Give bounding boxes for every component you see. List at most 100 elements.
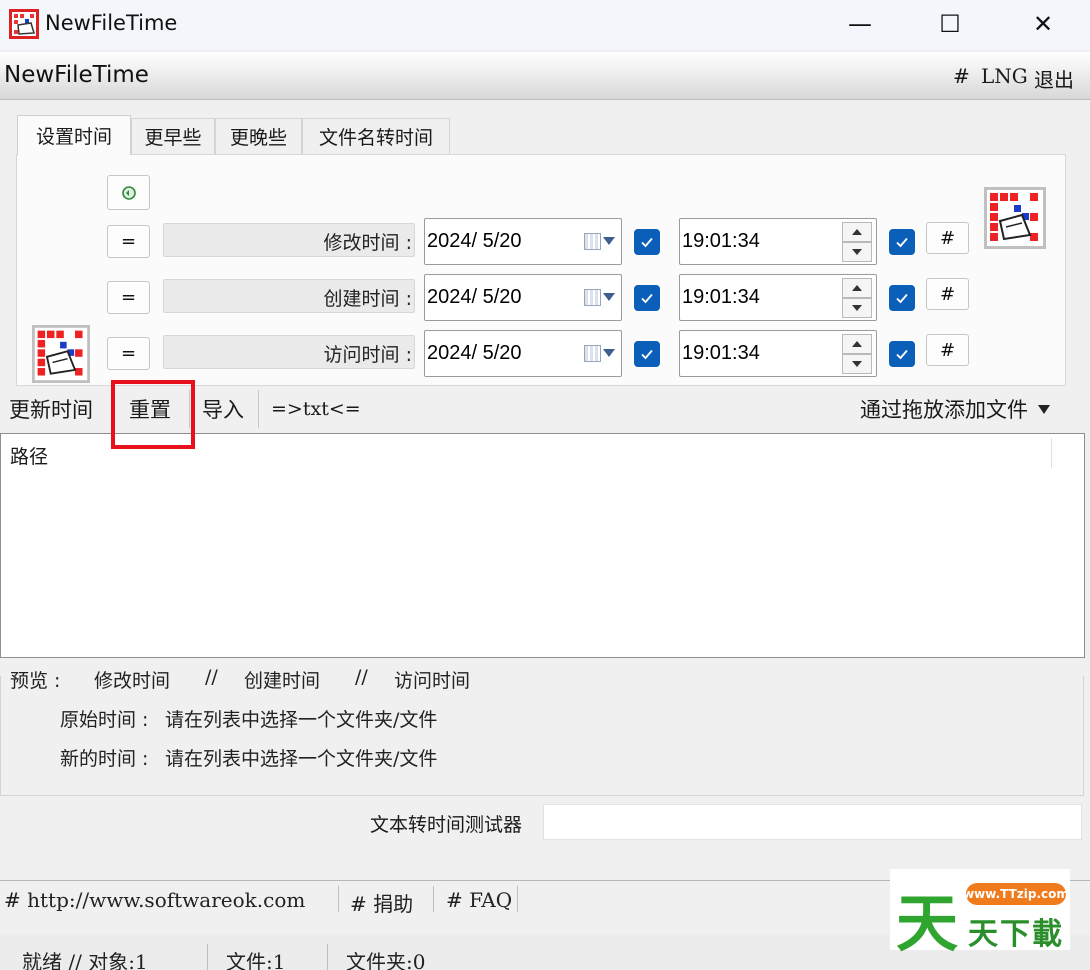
hash-button-accessed[interactable]: #: [926, 334, 969, 366]
path-column-header[interactable]: 路径: [10, 442, 48, 469]
modified-time-value: 19:01:34: [682, 230, 760, 252]
menu-exit[interactable]: 退出: [1034, 64, 1074, 93]
hash-button-modified[interactable]: #: [926, 222, 969, 254]
chevron-down-icon[interactable]: [603, 293, 615, 301]
text-to-time-tester-label: 文本转时间测试器: [370, 814, 523, 836]
created-time-value: 19:01:34: [682, 286, 760, 308]
app-title: NewFileTime: [4, 62, 149, 88]
modified-date-picker[interactable]: 2024/ 5/20: [424, 218, 622, 265]
check-icon: [641, 349, 653, 360]
app-logo-icon: [32, 325, 90, 383]
import-button[interactable]: 导入: [202, 386, 244, 432]
created-time-down-button[interactable]: [842, 298, 872, 318]
add-files-dropdown[interactable]: 通过拖放添加文件: [860, 386, 1050, 432]
original-time-value: 请在列表中选择一个文件夹/文件: [165, 709, 438, 731]
modified-time-checkbox[interactable]: [889, 229, 915, 255]
accessed-time-checkbox[interactable]: [889, 341, 915, 367]
tab-set-time[interactable]: 设置时间: [17, 115, 131, 155]
app-logo-icon: [984, 187, 1046, 249]
new-time-value: 请在列表中选择一个文件夹/文件: [165, 748, 438, 770]
minimize-button[interactable]: —: [815, 0, 905, 48]
file-list[interactable]: 路径: [0, 433, 1085, 658]
created-time-checkbox[interactable]: [889, 285, 915, 311]
status-divider: [207, 944, 208, 970]
calendar-icon[interactable]: [584, 233, 601, 250]
check-icon: [896, 349, 908, 360]
created-date-checkbox[interactable]: [634, 285, 660, 311]
modified-time-up-button[interactable]: [842, 222, 872, 242]
modified-date-value: 2024/ 5/20: [427, 230, 522, 252]
faq-link[interactable]: # FAQ: [446, 888, 512, 912]
accessed-time-picker[interactable]: 19:01:34: [679, 330, 877, 377]
tab-later[interactable]: 更晚些: [215, 118, 302, 154]
refresh-icon: [121, 185, 136, 200]
created-time-up-button[interactable]: [842, 278, 872, 298]
preview-label: 预览 :: [10, 666, 65, 693]
tab-earlier[interactable]: 更早些: [131, 118, 215, 154]
toolbar-divider: [258, 390, 259, 428]
reset-highlight-box: [111, 380, 195, 449]
update-time-button[interactable]: 更新时间: [9, 386, 93, 432]
arrow-down-icon: [852, 305, 862, 311]
preview-modified-header: 修改时间: [94, 670, 171, 692]
accessed-time-value: 19:01:34: [682, 342, 760, 364]
check-icon: [896, 237, 908, 248]
menu-language[interactable]: LNG: [981, 64, 1028, 88]
calendar-icon[interactable]: [584, 289, 601, 306]
hash-button-created[interactable]: #: [926, 278, 969, 310]
arrow-down-icon: [852, 249, 862, 255]
preview-separator: //: [355, 666, 368, 688]
eq-button-accessed[interactable]: =: [107, 337, 150, 370]
donate-link[interactable]: # 捐助: [350, 888, 413, 917]
watermark-big-char: 天: [896, 887, 959, 960]
check-icon: [896, 293, 908, 304]
arrow-up-icon: [852, 285, 862, 291]
add-files-label: 通过拖放添加文件: [860, 398, 1028, 422]
tab-filename-to-time[interactable]: 文件名转时间: [302, 118, 450, 154]
link-divider: [338, 886, 339, 912]
modified-date-checkbox[interactable]: [634, 229, 660, 255]
accessed-date-picker[interactable]: 2024/ 5/20: [424, 330, 622, 377]
accessed-time-down-button[interactable]: [842, 354, 872, 374]
status-ready: 就绪 // 对象:1: [22, 950, 148, 970]
eq-button-modified[interactable]: =: [107, 225, 150, 258]
accessed-date-checkbox[interactable]: [634, 341, 660, 367]
modified-time-picker[interactable]: 19:01:34: [679, 218, 877, 265]
status-folders: 文件夹:0: [346, 950, 426, 970]
title-bar: NewFileTime — ☐ ✕: [0, 0, 1090, 50]
preview-group: [0, 676, 1084, 796]
chevron-down-icon[interactable]: [603, 349, 615, 357]
refresh-now-button[interactable]: [107, 175, 150, 210]
eq-button-created[interactable]: =: [107, 281, 150, 314]
arrow-up-icon: [852, 229, 862, 235]
website-link[interactable]: # http://www.softwareok.com: [4, 888, 305, 912]
app-icon: [9, 9, 39, 39]
text-to-time-tester-input[interactable]: [543, 804, 1082, 840]
arrow-up-icon: [852, 341, 862, 347]
modified-time-down-button[interactable]: [842, 242, 872, 262]
new-time-label: 新的时间 :: [60, 748, 149, 770]
watermark-url: www.TTzip.com: [963, 883, 1069, 905]
app-header: NewFileTime # LNG 退出: [0, 52, 1090, 100]
link-divider: [517, 886, 518, 912]
preview-separator: //: [205, 666, 218, 688]
calendar-icon[interactable]: [584, 345, 601, 362]
accessed-time-up-button[interactable]: [842, 334, 872, 354]
created-date-picker[interactable]: 2024/ 5/20: [424, 274, 622, 321]
maximize-button[interactable]: ☐: [905, 0, 995, 48]
chevron-down-icon[interactable]: [603, 237, 615, 245]
txt-export-button[interactable]: =>txt<=: [271, 386, 361, 432]
watermark-text: 天下載: [968, 917, 1064, 952]
column-divider: [1051, 438, 1052, 468]
status-divider: [327, 944, 328, 970]
window-title: NewFileTime: [45, 11, 178, 35]
status-files: 文件:1: [226, 950, 286, 970]
preview-accessed-header: 访问时间: [394, 670, 471, 692]
arrow-down-icon: [852, 361, 862, 367]
created-date-value: 2024/ 5/20: [427, 286, 522, 308]
link-divider: [433, 886, 434, 912]
watermark-logo: 天 www.TTzip.com 天下載: [890, 869, 1070, 960]
created-time-picker[interactable]: 19:01:34: [679, 274, 877, 321]
menu-hash[interactable]: #: [953, 64, 970, 88]
close-button[interactable]: ✕: [998, 0, 1088, 48]
